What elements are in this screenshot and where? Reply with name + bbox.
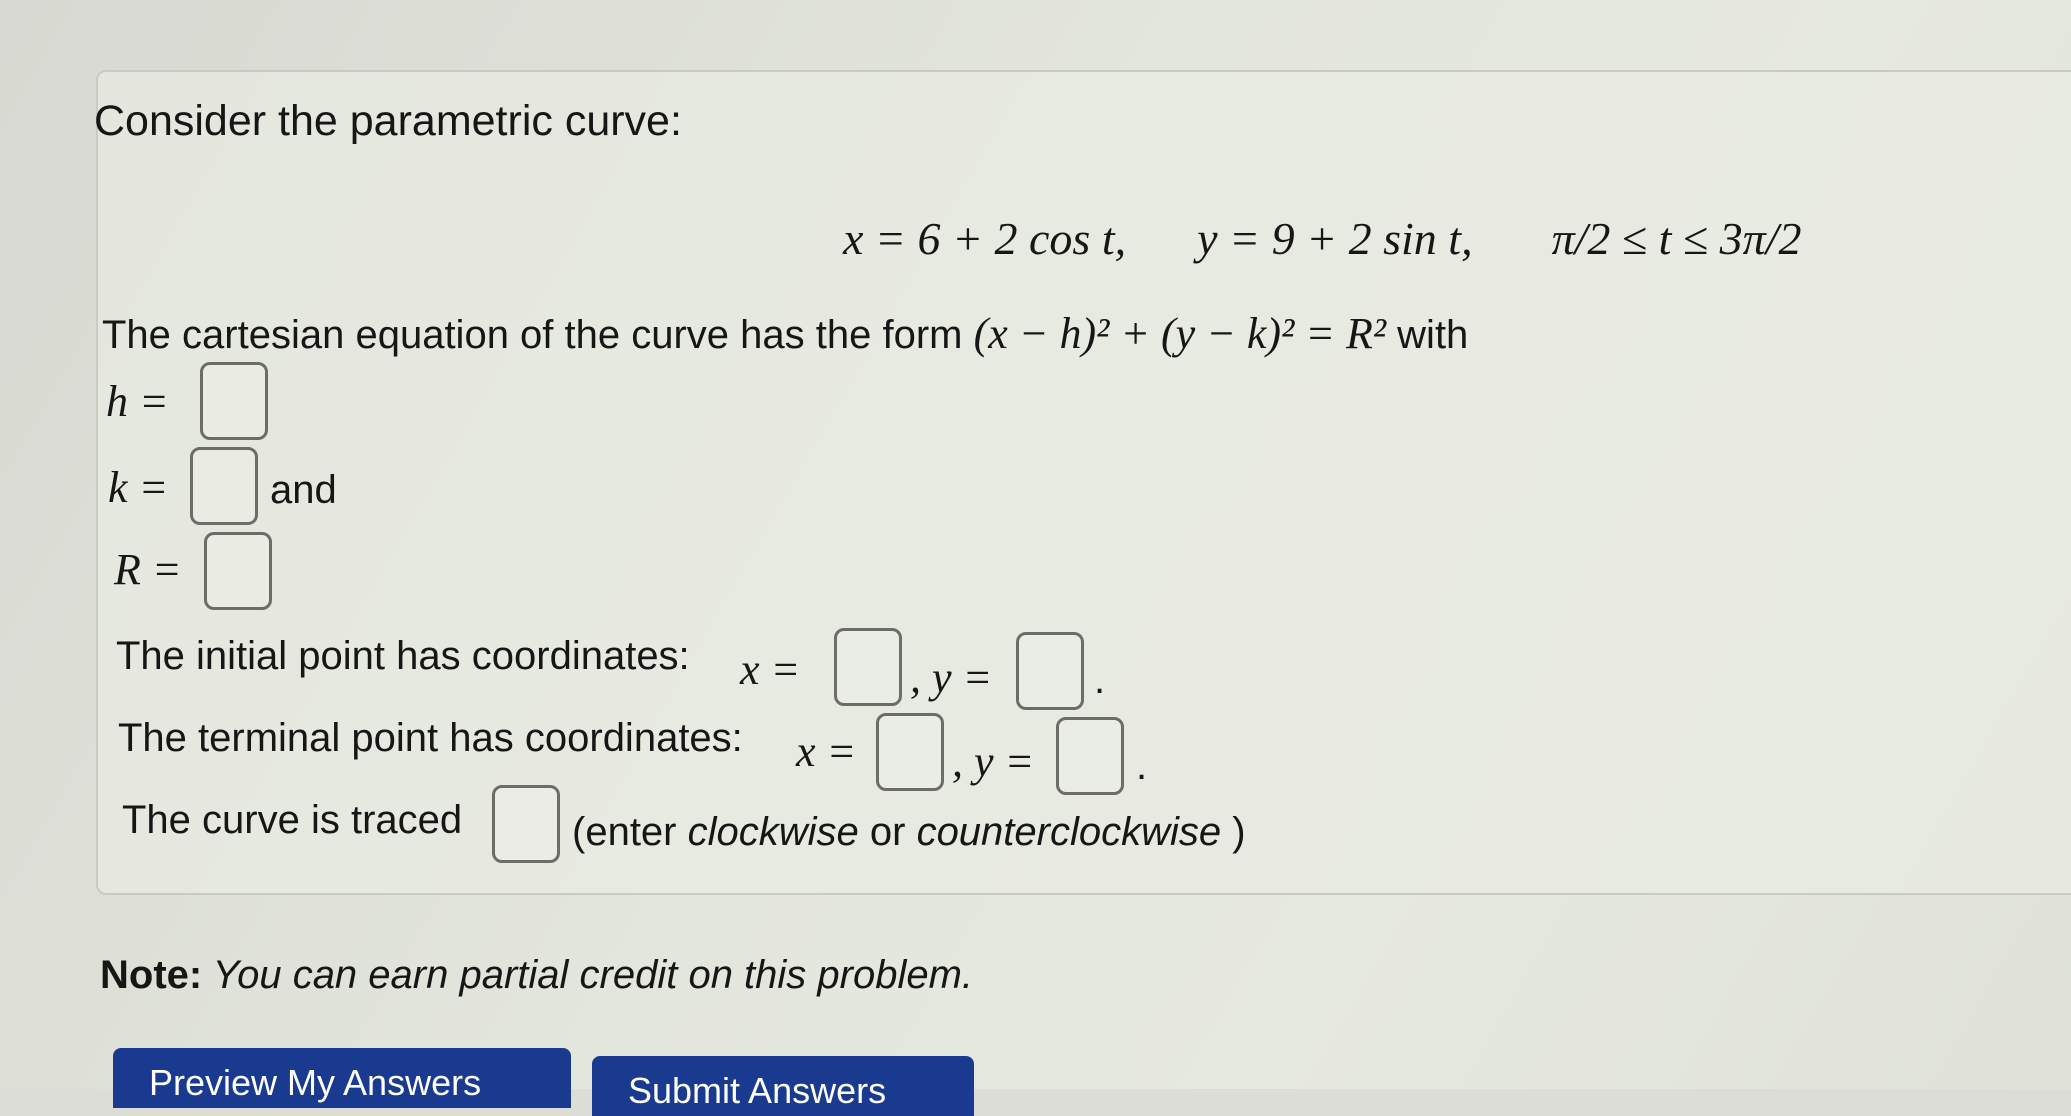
terminal-y-input[interactable]: [1059, 720, 1121, 792]
t-domain: π/2 ≤ t ≤ 3π/2: [1551, 213, 1802, 264]
and-label: and: [270, 468, 337, 512]
h-input[interactable]: [203, 365, 265, 437]
terminal-x-answer-box[interactable]: [876, 713, 944, 791]
hint-or: or: [858, 810, 917, 854]
note-text: You can earn partial credit on this prob…: [202, 953, 974, 997]
cartesian-prompt-line: The cartesian equation of the curve has …: [102, 312, 1468, 356]
R-answer-box[interactable]: [204, 532, 272, 610]
terminal-point-prompt: The terminal point has coordinates:: [118, 716, 743, 760]
traced-prompt: The curve is traced: [122, 798, 463, 842]
hint-open: (enter: [572, 810, 688, 854]
cartesian-form: (x − h)² + (y − k)² = R²: [973, 309, 1387, 358]
initial-x-answer-box[interactable]: [834, 628, 902, 706]
problem-intro: Consider the parametric curve:: [94, 97, 682, 145]
cartesian-prompt: The cartesian equation of the curve has …: [102, 313, 963, 357]
h-answer-box[interactable]: [200, 362, 268, 440]
k-answer-box[interactable]: [190, 447, 258, 525]
traced-hint: (enter clockwise or counterclockwise ): [572, 812, 1246, 852]
webwork-page: Consider the parametric curve: x = 6 + 2…: [0, 0, 2071, 1116]
initial-point-prompt: The initial point has coordinates:: [116, 634, 690, 678]
partial-credit-note: Note: You can earn partial credit on thi…: [100, 955, 973, 995]
cartesian-suffix: with: [1397, 313, 1469, 357]
note-label: Note:: [100, 953, 203, 997]
terminal-y-answer-box[interactable]: [1056, 717, 1124, 795]
initial-y-label: , y =: [910, 653, 993, 702]
submit-answers-button[interactable]: Submit Answers: [592, 1056, 974, 1116]
direction-answer-box[interactable]: [492, 785, 560, 863]
hint-clockwise: clockwise: [687, 810, 859, 854]
x-parametric: x = 6 + 2 cos t,: [843, 213, 1127, 264]
preview-answers-button[interactable]: Preview My Answers: [113, 1048, 571, 1108]
k-label: k =: [108, 463, 169, 512]
terminal-y-label: , y =: [952, 737, 1035, 786]
hint-counterclockwise: counterclockwise: [916, 810, 1222, 854]
initial-y-answer-box[interactable]: [1016, 632, 1084, 710]
initial-y-input[interactable]: [1019, 635, 1081, 707]
k-input[interactable]: [193, 450, 255, 522]
direction-input[interactable]: [495, 788, 557, 860]
hint-close: ): [1221, 810, 1246, 854]
initial-x-label: x =: [740, 645, 801, 694]
terminal-period: .: [1136, 744, 1148, 788]
terminal-x-label: x =: [796, 727, 857, 776]
R-input[interactable]: [207, 535, 269, 607]
parametric-equation: x = 6 + 2 cos t, y = 9 + 2 sin t, π/2 ≤ …: [843, 216, 1802, 262]
initial-period: .: [1094, 658, 1106, 702]
h-label: h =: [106, 377, 169, 426]
R-label: R =: [114, 545, 182, 594]
y-parametric: y = 9 + 2 sin t,: [1197, 213, 1473, 264]
initial-x-input[interactable]: [837, 631, 899, 703]
terminal-x-input[interactable]: [879, 716, 941, 788]
